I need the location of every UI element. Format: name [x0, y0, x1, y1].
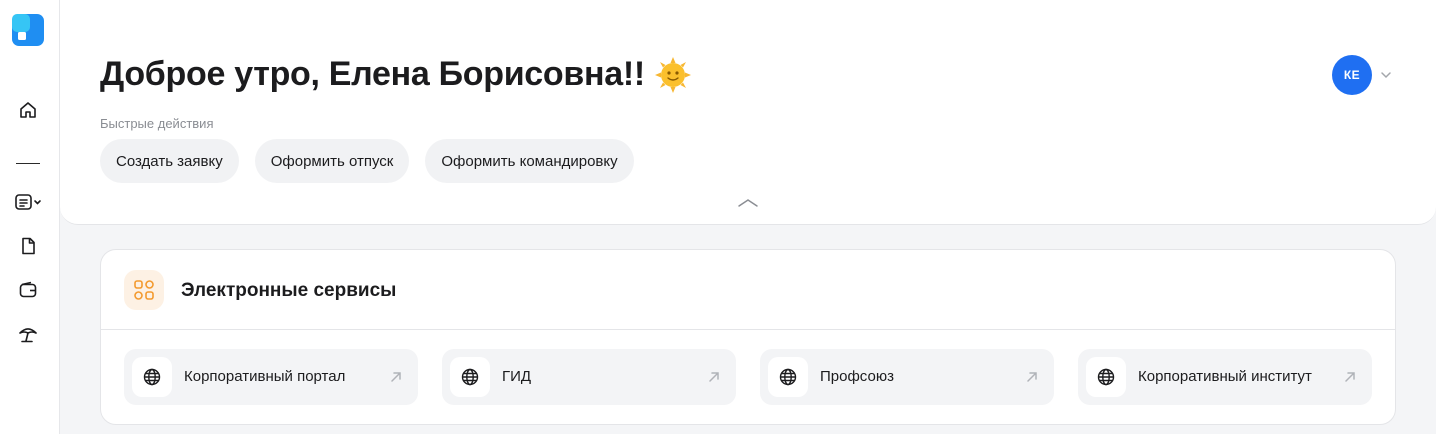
external-link-arrow-icon — [1027, 372, 1037, 382]
wallet-icon[interactable] — [14, 276, 42, 304]
home-icon[interactable] — [14, 96, 42, 124]
globe-icon — [450, 357, 490, 397]
service-label: Корпоративный институт — [1138, 368, 1312, 385]
external-link-arrow-icon — [1345, 372, 1355, 382]
service-label: Профсоюз — [820, 368, 894, 385]
service-tile-trade-union[interactable]: Профсоюз — [760, 349, 1054, 405]
electronic-services-card: Электронные сервисы Корпоративный портал… — [100, 249, 1396, 425]
service-tile-gid[interactable]: ГИД — [442, 349, 736, 405]
quick-actions-label: Быстрые действия — [100, 116, 214, 131]
document-icon[interactable] — [14, 232, 42, 260]
user-menu[interactable]: КЕ — [1332, 55, 1392, 95]
header-panel: Доброе утро, Елена Борисовна!! Быстрые д… — [60, 0, 1436, 225]
card-title: Электронные сервисы — [181, 280, 397, 301]
request-vacation-button[interactable]: Оформить отпуск — [254, 139, 410, 183]
quick-actions: Создать заявку Оформить отпуск Оформить … — [100, 139, 634, 183]
service-label: ГИД — [502, 368, 532, 385]
external-link-arrow-icon — [391, 372, 401, 382]
beach-umbrella-icon[interactable] — [14, 320, 42, 348]
grid-shapes-icon — [124, 270, 164, 310]
service-tile-corporate-institute[interactable]: Корпоративный институт — [1078, 349, 1372, 405]
app-logo[interactable] — [12, 14, 44, 46]
globe-icon — [132, 357, 172, 397]
greeting-title: Доброе утро, Елена Борисовна!! — [100, 55, 691, 94]
sidebar — [0, 0, 60, 434]
globe-icon — [768, 357, 808, 397]
chevron-down-icon[interactable] — [1380, 71, 1392, 79]
avatar[interactable]: КЕ — [1332, 55, 1372, 95]
list-dropdown-icon[interactable] — [13, 188, 45, 216]
create-request-button[interactable]: Создать заявку — [100, 139, 239, 183]
services-list: Корпоративный портал ГИД Профсоюз Корпор… — [124, 349, 1372, 405]
greeting-text: Доброе утро, Елена Борисовна!! — [100, 55, 645, 93]
request-business-trip-button[interactable]: Оформить командировку — [425, 139, 634, 183]
collapse-chevron-up-icon[interactable] — [736, 196, 760, 210]
sidebar-divider — [16, 163, 40, 164]
external-link-arrow-icon — [709, 372, 719, 382]
service-label: Корпоративный портал — [184, 368, 346, 385]
card-header: Электронные сервисы — [101, 250, 1395, 330]
service-tile-corporate-portal[interactable]: Корпоративный портал — [124, 349, 418, 405]
sun-emoji-icon — [654, 56, 691, 93]
globe-icon — [1086, 357, 1126, 397]
